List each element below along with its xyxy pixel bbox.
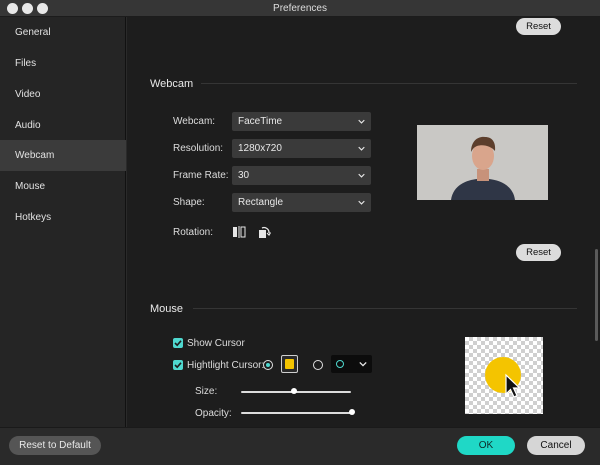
opacity-label: Opacity: xyxy=(195,408,232,419)
highlight-color-swatch[interactable] xyxy=(281,355,298,373)
sidebar-item-hotkeys[interactable]: Hotkeys xyxy=(0,202,126,233)
sidebar: General Files Video Audio Webcam Mouse H… xyxy=(0,17,126,427)
mouse-section-title: Mouse xyxy=(150,303,184,315)
size-slider-knob[interactable] xyxy=(291,388,297,394)
sidebar-item-mouse[interactable]: Mouse xyxy=(0,171,126,202)
frame-rate-label: Frame Rate: xyxy=(173,170,229,181)
shape-label: Shape: xyxy=(173,197,205,208)
cursor-preview xyxy=(465,337,543,414)
webcam-select[interactable]: FaceTime xyxy=(232,112,371,131)
frame-rate-select-value: 30 xyxy=(238,170,250,181)
sidebar-item-video[interactable]: Video xyxy=(0,79,126,110)
chevron-down-icon xyxy=(358,200,365,205)
chevron-down-icon xyxy=(359,361,367,367)
show-cursor-checkbox[interactable] xyxy=(173,338,183,348)
ring-icon xyxy=(336,360,344,368)
sidebar-item-general[interactable]: General xyxy=(0,17,126,48)
divider xyxy=(193,308,577,309)
reset-to-default-button[interactable]: Reset to Default xyxy=(9,436,101,455)
show-cursor-label: Show Cursor xyxy=(187,338,245,349)
opacity-slider-track[interactable] xyxy=(241,412,354,414)
sidebar-item-audio[interactable]: Audio xyxy=(0,110,126,141)
resolution-select[interactable]: 1280x720 xyxy=(232,139,371,158)
highlight-cursor-checkbox[interactable] xyxy=(173,360,183,370)
scrollbar[interactable] xyxy=(595,249,598,341)
cursor-highlight-preview-image xyxy=(485,357,521,398)
shape-select[interactable]: Rectangle xyxy=(232,193,371,212)
webcam-label: Webcam: xyxy=(173,116,216,127)
webcam-select-value: FaceTime xyxy=(238,116,283,127)
size-label: Size: xyxy=(195,386,218,397)
cancel-button[interactable]: Cancel xyxy=(527,436,585,455)
top-reset-button[interactable]: Reset xyxy=(516,18,561,35)
rotation-label: Rotation: xyxy=(173,227,214,238)
opacity-slider-knob[interactable] xyxy=(349,409,355,415)
sidebar-item-files[interactable]: Files xyxy=(0,48,126,79)
webcam-reset-button[interactable]: Reset xyxy=(516,244,561,261)
footer: Reset to Default OK Cancel xyxy=(0,427,600,465)
webcam-section-title: Webcam xyxy=(150,78,194,90)
divider xyxy=(201,83,577,84)
highlight-fill-radio[interactable] xyxy=(263,360,273,370)
resolution-select-value: 1280x720 xyxy=(238,143,282,154)
chevron-down-icon xyxy=(358,146,365,151)
title-bar: Preferences xyxy=(0,0,600,17)
checkmark-icon xyxy=(174,362,182,369)
highlight-outline-radio[interactable] xyxy=(313,360,323,370)
highlight-cursor-label: Hightlight Cursor: xyxy=(187,360,265,371)
webcam-preview xyxy=(417,125,548,200)
resolution-label: Resolution: xyxy=(173,143,224,154)
shape-select-value: Rectangle xyxy=(238,197,284,208)
settings-panel[interactable]: Reset Webcam Webcam: FaceTime Resolution… xyxy=(127,17,600,427)
checkmark-icon xyxy=(174,340,182,347)
window-title: Preferences xyxy=(273,3,327,14)
ok-button[interactable]: OK xyxy=(457,436,515,455)
webcam-person-image xyxy=(417,125,548,200)
rotate-icon[interactable] xyxy=(256,225,271,240)
flip-horizontal-icon[interactable] xyxy=(232,225,246,239)
highlight-style-dropdown[interactable] xyxy=(331,355,372,373)
frame-rate-select[interactable]: 30 xyxy=(232,166,371,185)
color-fill-indicator xyxy=(285,359,294,369)
chevron-down-icon xyxy=(358,173,365,178)
sidebar-item-webcam[interactable]: Webcam xyxy=(0,140,126,171)
chevron-down-icon xyxy=(358,119,365,124)
